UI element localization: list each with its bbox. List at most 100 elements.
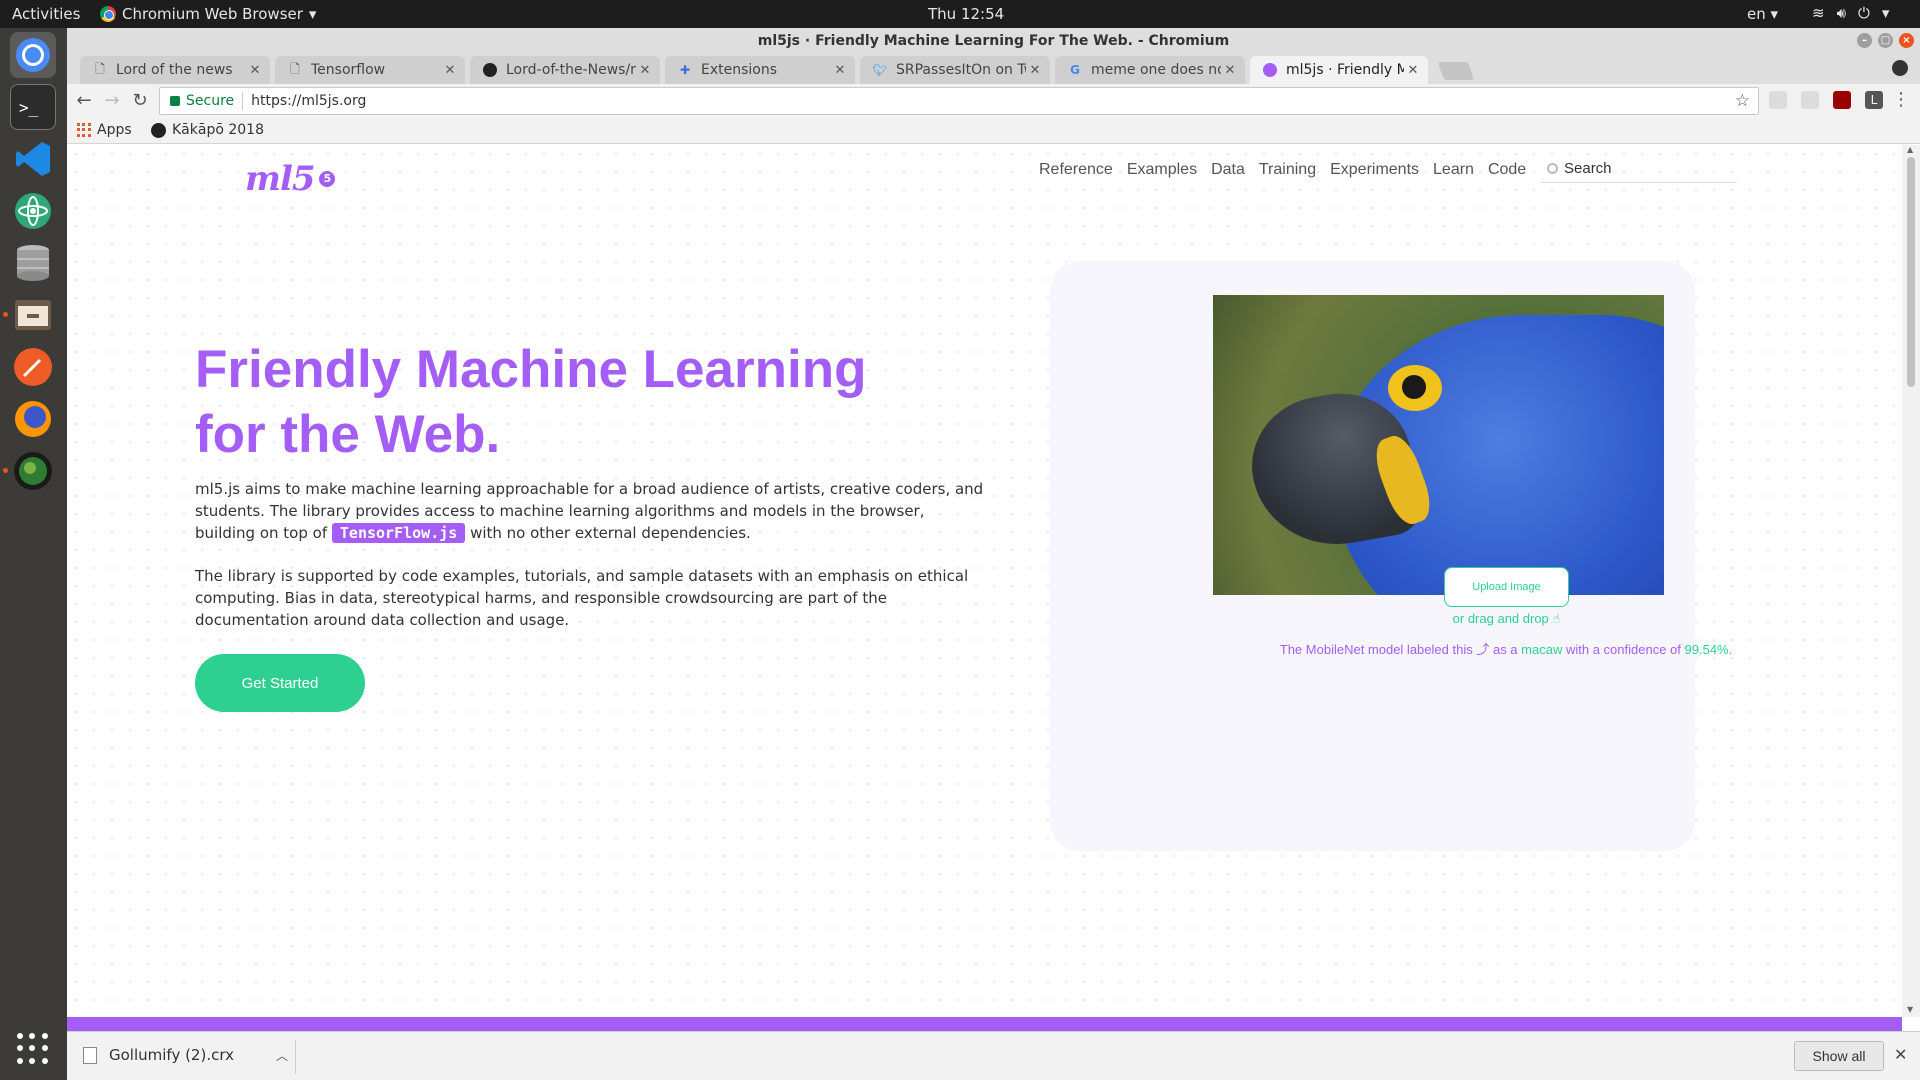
tab-github[interactable]: Lord-of-the-News/m ✕ <box>470 56 660 84</box>
drag-drop-hint: or drag and drop ☝︎ <box>1444 611 1569 627</box>
tab-google[interactable]: G meme one does not ✕ <box>1055 56 1245 84</box>
browser-menu-icon[interactable]: ⋮ <box>1892 89 1910 110</box>
chromium-icon <box>100 6 116 22</box>
prediction-result: The MobileNet model labeled this ⤴ as a … <box>1071 639 1902 658</box>
database-icon[interactable] <box>10 240 56 286</box>
window-title: ml5js · Friendly Machine Learning For Th… <box>757 33 1230 49</box>
tab-label: Extensions <box>701 62 778 78</box>
apps-icon <box>77 123 91 137</box>
tab-close-icon[interactable]: ✕ <box>1404 63 1422 78</box>
app-menu[interactable]: Chromium Web Browser ▾ <box>100 5 316 23</box>
vscode-icon[interactable] <box>10 136 56 182</box>
nav-training[interactable]: Training <box>1259 161 1316 179</box>
bookmark-star-icon[interactable]: ☆ <box>1735 91 1750 111</box>
files-icon[interactable] <box>10 292 56 338</box>
nav-experiments[interactable]: Experiments <box>1330 161 1419 179</box>
tab-label: Lord of the news <box>116 62 233 78</box>
tab-close-icon[interactable]: ✕ <box>636 63 654 78</box>
address-bar[interactable]: Secure https://ml5js.org ☆ <box>159 87 1759 115</box>
ublock-icon[interactable] <box>1833 91 1851 109</box>
activities-button[interactable]: Activities <box>12 5 80 23</box>
site-search[interactable]: Search <box>1541 155 1737 183</box>
system-tray[interactable]: ≋ 🔊︎ ⏻ ▾ <box>1812 4 1889 22</box>
nav-data[interactable]: Data <box>1211 161 1245 179</box>
firefox-icon[interactable] <box>10 396 56 442</box>
extension-buttons: L <box>1769 91 1883 109</box>
logo-badge: 5 <box>319 171 335 187</box>
result-label: macaw <box>1521 642 1563 657</box>
close-window-button[interactable]: × <box>1899 33 1914 48</box>
tab-lord-of-the-news[interactable]: 🗋 Lord of the news ✕ <box>80 56 270 84</box>
scroll-up-icon[interactable]: ▲ <box>1907 145 1913 154</box>
extension-l-icon[interactable]: L <box>1865 91 1883 109</box>
language-indicator[interactable]: en ▾ <box>1747 5 1778 23</box>
tab-close-icon[interactable]: ✕ <box>441 63 459 78</box>
divider <box>242 92 244 110</box>
tab-extensions[interactable]: ✚ Extensions ✕ <box>665 56 855 84</box>
clock[interactable]: Thu 12:54 <box>928 5 1004 23</box>
tab-tensorflow[interactable]: 🗋 Tensorflow ✕ <box>275 56 465 84</box>
forward-icon[interactable]: → <box>101 90 123 112</box>
minimize-button[interactable]: – <box>1857 33 1872 48</box>
launcher: >_ <box>0 28 67 1080</box>
scroll-down-icon[interactable]: ▼ <box>1907 1005 1913 1014</box>
bookmark-kakapo[interactable]: Kākāpō 2018 <box>151 122 264 138</box>
page-scrollbar[interactable]: ▲ ▼ <box>1902 145 1920 1017</box>
url-text: https://ml5js.org <box>251 93 367 109</box>
terminal-icon[interactable]: >_ <box>10 84 56 130</box>
site-nav: Reference Examples Data Training Experim… <box>1039 161 1526 179</box>
nav-reference[interactable]: Reference <box>1039 161 1113 179</box>
nav-code[interactable]: Code <box>1488 161 1526 179</box>
atom-icon[interactable] <box>10 188 56 234</box>
page-icon: 🗋 <box>95 61 105 76</box>
tab-close-icon[interactable]: ✕ <box>831 63 849 78</box>
browser-window: ml5js · Friendly Machine Learning For Th… <box>67 28 1920 1080</box>
window-titlebar: ml5js · Friendly Machine Learning For Th… <box>67 28 1920 54</box>
tab-close-icon[interactable]: ✕ <box>1221 63 1239 78</box>
postman-icon[interactable] <box>10 344 56 390</box>
scrollbar-thumb[interactable] <box>1907 157 1915 387</box>
maximize-button[interactable]: □ <box>1878 33 1893 48</box>
volume-icon: 🔊︎ <box>1836 4 1847 22</box>
bookmarks-bar: Apps Kākāpō 2018 <box>67 118 1920 144</box>
tab-ml5js[interactable]: ml5js · Friendly Mac ✕ <box>1250 56 1428 84</box>
extension-icon[interactable] <box>1769 91 1787 109</box>
bookmark-apps[interactable]: Apps <box>77 122 132 138</box>
running-indicator <box>3 312 8 317</box>
globe-app-icon[interactable] <box>10 448 56 494</box>
reload-icon[interactable]: ↻ <box>129 90 151 112</box>
extension-icon[interactable] <box>1801 91 1819 109</box>
back-icon[interactable]: ← <box>73 90 95 112</box>
nav-examples[interactable]: Examples <box>1127 161 1197 179</box>
google-icon: G <box>1070 63 1080 77</box>
lock-icon <box>170 96 180 106</box>
tab-twitter[interactable]: 🐦︎ SRPassesItOn on Tw ✕ <box>860 56 1050 84</box>
hero-title-line1: Friendly Machine Learning <box>195 340 867 399</box>
nav-learn[interactable]: Learn <box>1433 161 1474 179</box>
tab-close-icon[interactable]: ✕ <box>246 63 264 78</box>
language-label: en <box>1747 5 1766 23</box>
result-text: as a <box>1492 642 1518 657</box>
profile-icon[interactable] <box>1892 60 1908 76</box>
tab-label: Lord-of-the-News/m <box>506 62 636 78</box>
get-started-button[interactable]: Get Started <box>195 654 365 712</box>
chromium-launcher-icon[interactable] <box>10 32 56 78</box>
hero-title: Friendly Machine Learning for the Web. <box>195 337 895 467</box>
close-download-bar-icon[interactable]: ✕ <box>1894 1045 1907 1064</box>
tab-label: meme one does not <box>1091 62 1221 78</box>
show-apps-icon[interactable] <box>17 1033 49 1065</box>
ml5-logo[interactable]: ml5 5 <box>245 159 335 199</box>
search-input[interactable]: Search <box>1564 160 1612 177</box>
tab-label: Tensorflow <box>311 62 386 78</box>
tab-close-icon[interactable]: ✕ <box>1026 63 1044 78</box>
hero-title-line2: for the Web. <box>195 405 501 464</box>
download-item[interactable]: Gollumify (2).crx ︿ <box>83 1046 288 1064</box>
new-tab-button[interactable] <box>1437 62 1475 80</box>
chevron-up-icon[interactable]: ︿ <box>276 1047 288 1064</box>
svg-text:>_: >_ <box>19 98 39 117</box>
upload-image-button[interactable]: Upload Image <box>1444 567 1569 607</box>
show-all-downloads-button[interactable]: Show all <box>1794 1041 1884 1071</box>
twitter-icon: 🐦︎ <box>872 63 888 77</box>
tensorflow-link[interactable]: TensorFlow.js <box>331 523 466 543</box>
github-icon <box>151 122 166 138</box>
